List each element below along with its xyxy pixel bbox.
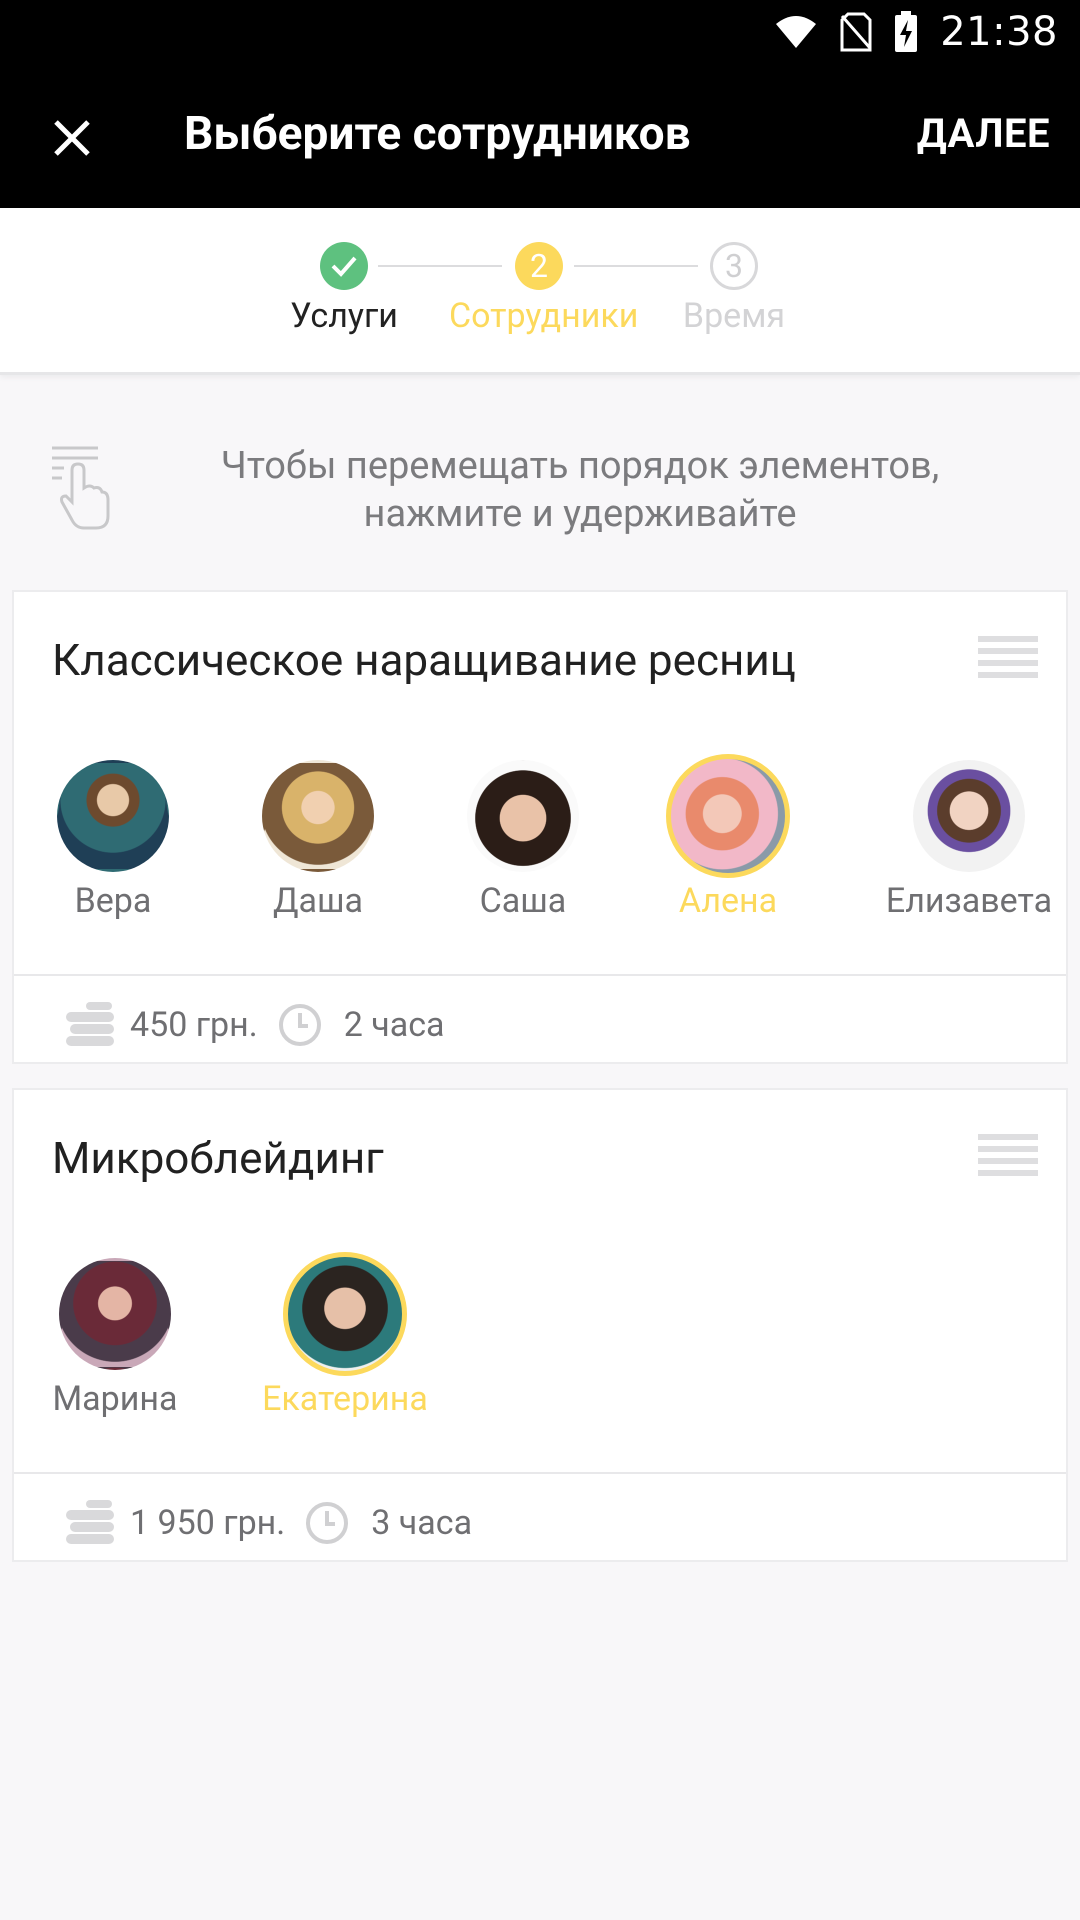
avatar bbox=[57, 760, 169, 872]
staff-row: Вера Даша Саша Алена Елизавета bbox=[14, 754, 1070, 940]
duration: 3 часа bbox=[371, 1503, 473, 1543]
service-card: Микроблейдинг Марина Екатерина 1 950 грн… bbox=[12, 1088, 1068, 1562]
service-meta: 450 грн. 2 часа bbox=[66, 1000, 445, 1050]
hint-text: Чтобы перемещать порядок элементов, нажм… bbox=[150, 442, 1010, 538]
drag-handle-icon[interactable] bbox=[978, 636, 1038, 690]
hint-line: нажмите и удерживайте bbox=[363, 492, 797, 536]
avatar bbox=[666, 754, 790, 878]
clock-time: 21:38 bbox=[940, 9, 1058, 55]
divider bbox=[14, 974, 1066, 976]
clock-icon bbox=[306, 1502, 349, 1544]
drag-handle-icon[interactable] bbox=[978, 1134, 1038, 1188]
duration: 2 часа bbox=[343, 1005, 445, 1045]
stepper: Услуги 2 Сотрудники 3 Время bbox=[0, 208, 1080, 375]
staff-name: Елизавета bbox=[885, 881, 1053, 921]
next-button[interactable]: ДАЛЕЕ bbox=[917, 112, 1050, 156]
step-label: Время bbox=[682, 296, 786, 336]
clock-icon bbox=[278, 1004, 321, 1046]
staff-name: Екатерина bbox=[262, 1379, 428, 1419]
reorder-hint: Чтобы перемещать порядок элементов, нажм… bbox=[0, 440, 1080, 540]
wifi-icon bbox=[776, 16, 817, 48]
service-card: Классическое наращивание ресниц Вера Даш… bbox=[12, 590, 1068, 1064]
no-sim-icon bbox=[840, 12, 872, 52]
service-meta: 1 950 грн. 3 часа bbox=[66, 1498, 472, 1548]
step-label: Услуги bbox=[290, 296, 398, 336]
status-icons: 21:38 bbox=[774, 8, 1058, 56]
price: 450 грн. bbox=[130, 1005, 258, 1045]
staff-name: Марина bbox=[52, 1379, 178, 1419]
service-title: Микроблейдинг bbox=[52, 1132, 384, 1184]
avatar bbox=[283, 1252, 407, 1376]
staff-item[interactable]: Елизавета bbox=[874, 760, 1064, 922]
step-number: 3 bbox=[710, 242, 758, 290]
avatar bbox=[59, 1258, 171, 1370]
step-services[interactable]: Услуги bbox=[254, 242, 434, 336]
staff-name: Даша bbox=[272, 881, 364, 921]
staff-name: Вера bbox=[74, 881, 152, 921]
service-title: Классическое наращивание ресниц bbox=[52, 634, 796, 686]
hint-line: Чтобы перемещать порядок элементов, bbox=[220, 444, 940, 488]
staff-name: Алена bbox=[678, 881, 778, 921]
staff-name: Саша bbox=[479, 881, 567, 921]
step-time[interactable]: 3 Время bbox=[644, 242, 824, 336]
staff-item[interactable]: Вера bbox=[18, 760, 208, 922]
app-bar: Выберите сотрудников ДАЛЕЕ bbox=[0, 64, 1080, 208]
avatar bbox=[262, 760, 374, 872]
divider bbox=[14, 1472, 1066, 1474]
step-staff[interactable]: 2 Сотрудники bbox=[449, 242, 639, 336]
check-icon bbox=[320, 242, 368, 290]
staff-item[interactable]: Екатерина bbox=[250, 1252, 440, 1420]
staff-item[interactable]: Алена bbox=[633, 754, 823, 922]
touch-hold-icon bbox=[52, 446, 110, 530]
avatar bbox=[913, 760, 1025, 872]
step-label: Сотрудники bbox=[449, 296, 639, 336]
staff-item[interactable]: Даша bbox=[223, 760, 413, 922]
page-title: Выберите сотрудников bbox=[184, 107, 691, 161]
close-button[interactable] bbox=[40, 106, 104, 170]
status-bar: 21:38 bbox=[0, 0, 1080, 64]
staff-item[interactable]: Марина bbox=[20, 1258, 210, 1420]
staff-row: Марина Екатерина bbox=[14, 1252, 1070, 1438]
staff-item[interactable]: Саша bbox=[428, 760, 618, 922]
step-number: 2 bbox=[515, 242, 563, 290]
price: 1 950 грн. bbox=[130, 1503, 286, 1543]
battery-charging-icon bbox=[895, 11, 918, 52]
close-icon bbox=[54, 120, 90, 156]
coins-icon bbox=[66, 1500, 114, 1544]
coins-icon bbox=[66, 1002, 114, 1046]
avatar bbox=[467, 760, 579, 872]
